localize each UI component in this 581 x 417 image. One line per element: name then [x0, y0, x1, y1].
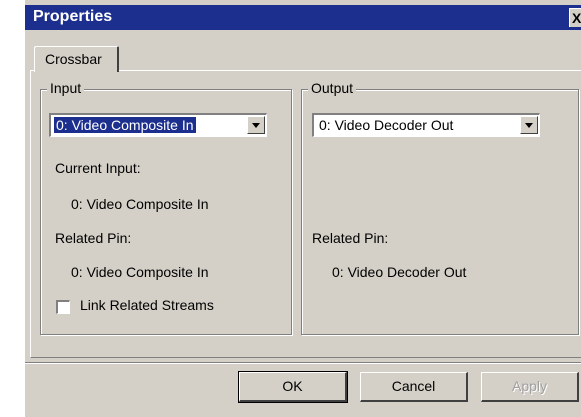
properties-dialog: Properties X Crossbar Input 0: Video Com…: [24, 0, 581, 417]
link-related-streams-checkbox[interactable]: [56, 300, 70, 314]
input-groupbox: Input 0: Video Composite In Current Inpu…: [40, 80, 292, 335]
input-related-pin-label: Related Pin:: [55, 230, 132, 246]
current-input-value: 0: Video Composite In: [71, 196, 209, 212]
chevron-down-icon[interactable]: [520, 116, 538, 134]
output-related-pin-label: Related Pin:: [312, 230, 389, 246]
output-select-value: 0: Video Decoder Out: [319, 117, 454, 133]
title-bar[interactable]: Properties X: [25, 5, 581, 30]
input-select-value: 0: Video Composite In: [53, 116, 197, 134]
tab-panel: Input 0: Video Composite In Current Inpu…: [30, 70, 581, 358]
chevron-down-icon[interactable]: [247, 116, 265, 134]
cancel-button[interactable]: Cancel: [360, 372, 468, 402]
tab-crossbar[interactable]: Crossbar: [34, 46, 119, 72]
input-related-pin-value: 0: Video Composite In: [71, 264, 209, 280]
output-groupbox: Output 0: Video Decoder Out Related Pin:…: [301, 80, 579, 335]
input-select[interactable]: 0: Video Composite In: [49, 113, 267, 137]
apply-button[interactable]: Apply: [481, 372, 579, 402]
button-separator: [25, 362, 581, 364]
input-group-title: Input: [47, 80, 85, 96]
output-related-pin-value: 0: Video Decoder Out: [332, 264, 467, 280]
ok-button[interactable]: OK: [238, 371, 348, 403]
tab-label: Crossbar: [45, 51, 102, 67]
close-icon[interactable]: X: [569, 8, 581, 27]
link-related-streams-label[interactable]: Link Related Streams: [80, 297, 214, 313]
output-select[interactable]: 0: Video Decoder Out: [312, 113, 540, 137]
output-group-title: Output: [308, 80, 357, 96]
window-title: Properties: [33, 8, 113, 25]
current-input-label: Current Input:: [55, 160, 141, 176]
